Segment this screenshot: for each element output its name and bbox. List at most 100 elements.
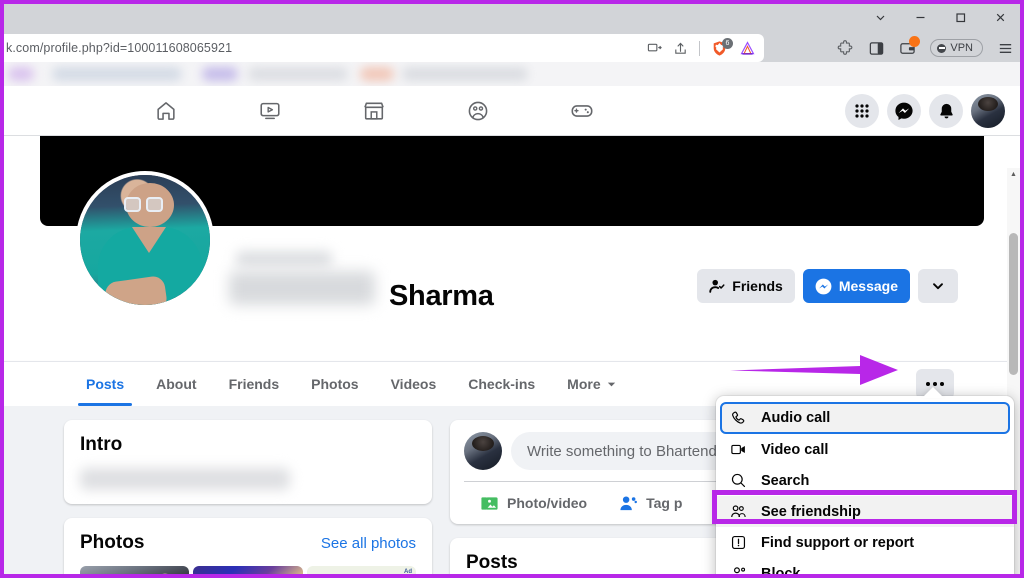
- tab-about[interactable]: About: [140, 362, 212, 406]
- annotation-arrow: [730, 349, 920, 389]
- photo-thumb-ad-caption: Meanwhile in Pakistan: [307, 573, 416, 574]
- window-titlebar: [4, 4, 1020, 31]
- notifications-icon[interactable]: [929, 94, 963, 128]
- tab-more-label: More: [567, 376, 600, 392]
- composer-avatar: [464, 432, 502, 470]
- intro-card: Intro: [64, 420, 432, 504]
- menu-item-audio-call[interactable]: Audio call: [720, 402, 1010, 434]
- profile-more-dropdown-button[interactable]: [918, 269, 958, 303]
- chevron-down-icon: [606, 379, 617, 390]
- photos-title: Photos: [80, 532, 144, 554]
- more-options-menu: Audio call Video call Search See friends…: [716, 396, 1014, 578]
- menu-caret: [922, 387, 944, 398]
- photo-video-icon: [480, 494, 499, 513]
- brave-leo-icon[interactable]: [739, 40, 756, 57]
- friends-button-label: Friends: [732, 278, 783, 294]
- ad-badge: Ad: [404, 569, 412, 574]
- menu-item-find-support-label: Find support or report: [761, 535, 914, 551]
- sidebar-toggle-icon[interactable]: [868, 40, 885, 57]
- wallet-notification-badge: [909, 36, 920, 47]
- dot: [933, 382, 937, 386]
- browser-right-icons: VPN: [837, 32, 1014, 64]
- browser-menu-icon[interactable]: [997, 40, 1014, 57]
- marketplace-icon[interactable]: [322, 86, 426, 136]
- scrollbar-up-arrow[interactable]: ▲: [1007, 168, 1020, 181]
- photo-video-button[interactable]: Photo/video: [464, 494, 603, 513]
- block-user-icon: [728, 565, 748, 578]
- account-avatar[interactable]: [971, 94, 1005, 128]
- tab-videos-label: Videos: [391, 376, 437, 392]
- menu-item-block[interactable]: Block: [716, 558, 1014, 578]
- gaming-icon[interactable]: [530, 86, 634, 136]
- scrollbar-thumb[interactable]: [1009, 233, 1018, 375]
- share-icon[interactable]: [673, 41, 688, 56]
- profile-picture[interactable]: [76, 171, 214, 309]
- tab-more[interactable]: More: [551, 362, 632, 406]
- bookmarks-bar[interactable]: [4, 62, 1020, 86]
- friendship-icon: [728, 503, 748, 520]
- window-maximize-button[interactable]: [940, 4, 980, 31]
- tab-checkins[interactable]: Check-ins: [452, 362, 551, 406]
- messenger-icon[interactable]: [887, 94, 921, 128]
- report-icon: [728, 534, 748, 551]
- friends-button[interactable]: Friends: [697, 269, 795, 303]
- profile-header: Sharma Friends Message: [4, 236, 1020, 361]
- facebook-navbar: [4, 86, 1020, 136]
- tag-people-button[interactable]: Tag p: [603, 494, 698, 513]
- cast-icon[interactable]: [647, 41, 662, 56]
- menu-item-audio-call-label: Audio call: [761, 410, 830, 426]
- tab-checkins-label: Check-ins: [468, 376, 535, 392]
- menu-item-see-friendship-label: See friendship: [761, 504, 861, 520]
- window-close-button[interactable]: [980, 4, 1020, 31]
- message-button-label: Message: [839, 278, 898, 294]
- dot: [926, 382, 930, 386]
- address-bar-icons: 6: [647, 34, 756, 62]
- intro-title: Intro: [80, 434, 416, 456]
- video-icon[interactable]: [218, 86, 322, 136]
- menu-grid-icon[interactable]: [845, 94, 879, 128]
- brave-shields-icon[interactable]: 6: [711, 40, 728, 57]
- facebook-nav-right: [845, 86, 1005, 136]
- profile-firstname-blurred: [229, 271, 375, 305]
- toolbar-divider: [699, 41, 700, 56]
- tab-posts-label: Posts: [86, 376, 124, 392]
- menu-item-search[interactable]: Search: [716, 465, 1014, 496]
- vpn-status-dot: [937, 44, 946, 53]
- see-all-photos-link[interactable]: See all photos: [321, 535, 416, 552]
- tab-posts[interactable]: Posts: [70, 362, 140, 406]
- left-column: Intro Photos See all photos Meanwhile in…: [64, 420, 432, 574]
- tab-photos[interactable]: Photos: [295, 362, 374, 406]
- phone-icon: [728, 410, 748, 427]
- message-button[interactable]: Message: [803, 269, 910, 303]
- vpn-label: VPN: [950, 42, 973, 54]
- vpn-chip[interactable]: VPN: [930, 39, 983, 57]
- tag-people-icon: [619, 494, 638, 513]
- menu-item-block-label: Block: [761, 566, 801, 578]
- photo-thumb-stage[interactable]: [193, 566, 302, 574]
- profile-name-blurred-top: [236, 251, 332, 267]
- window-minimize-button[interactable]: [900, 4, 940, 31]
- shields-count-badge: 6: [722, 38, 733, 49]
- menu-item-video-call-label: Video call: [761, 442, 828, 458]
- photo-thumb-ad[interactable]: Meanwhile in Pakistan Ad: [307, 566, 416, 574]
- url-text: k.com/profile.php?id=100011608065921: [4, 41, 232, 55]
- intro-blurred-text: [80, 468, 290, 490]
- menu-item-see-friendship[interactable]: See friendship: [716, 496, 1014, 527]
- search-icon: [728, 472, 748, 489]
- profile-name: Sharma: [229, 271, 494, 313]
- tab-search-chevron-icon[interactable]: [860, 4, 900, 31]
- menu-item-find-support-or-report[interactable]: Find support or report: [716, 527, 1014, 558]
- address-bar[interactable]: k.com/profile.php?id=100011608065921 6: [4, 34, 764, 62]
- tab-friends[interactable]: Friends: [213, 362, 296, 406]
- tab-videos[interactable]: Videos: [375, 362, 453, 406]
- home-icon[interactable]: [114, 86, 218, 136]
- tag-people-label: Tag p: [646, 495, 682, 511]
- browser-window: k.com/profile.php?id=100011608065921 6: [0, 0, 1024, 578]
- menu-item-video-call[interactable]: Video call: [716, 434, 1014, 465]
- groups-icon[interactable]: [426, 86, 530, 136]
- extensions-icon[interactable]: [837, 40, 854, 57]
- wallet-icon[interactable]: [899, 40, 916, 57]
- video-camera-icon: [728, 441, 748, 458]
- photo-thumb-crowd[interactable]: [80, 566, 189, 574]
- photos-card: Photos See all photos Meanwhile in Pakis…: [64, 518, 432, 574]
